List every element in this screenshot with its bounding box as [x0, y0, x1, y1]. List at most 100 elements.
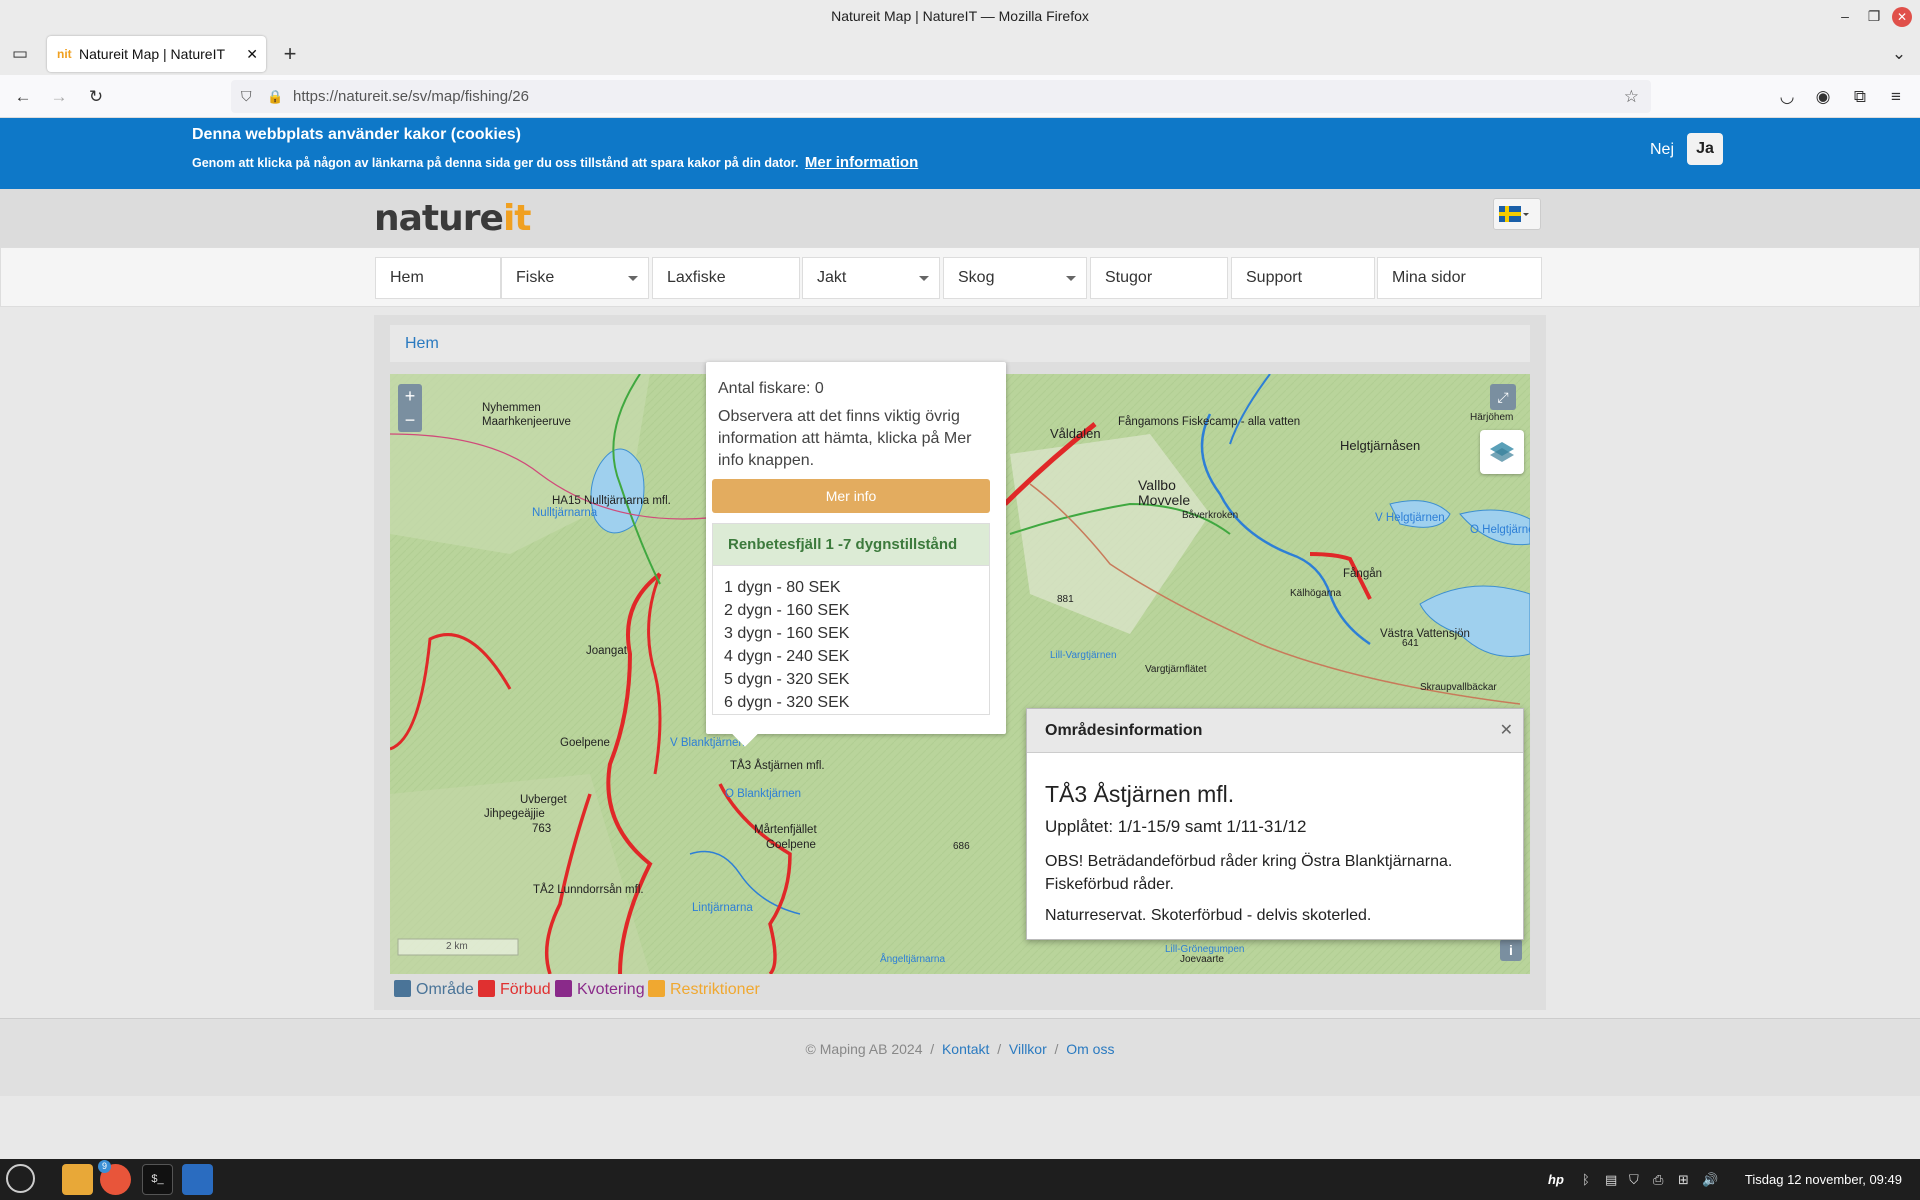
menu-label: Jakt	[817, 269, 847, 286]
new-tab-icon[interactable]: +	[275, 32, 305, 75]
files-icon[interactable]	[62, 1164, 93, 1195]
account-icon[interactable]: ◉	[1808, 75, 1838, 118]
legend-swatch	[648, 980, 665, 997]
cookie-banner: Denna webbplats använder kakor (cookies)…	[0, 118, 1920, 189]
price-row: 2 dygn - 160 SEK	[724, 602, 850, 619]
area-obs: OBS! Beträdandeförbud råder kring Östra …	[1045, 853, 1453, 893]
swedish-flag-icon	[1499, 206, 1529, 222]
legend-restriktioner[interactable]: Restriktioner	[648, 980, 760, 999]
cookie-no-button[interactable]: Nej	[1650, 141, 1674, 159]
printer-icon[interactable]: ⎙	[1653, 1159, 1663, 1200]
price-row: 3 dygn - 160 SEK	[724, 625, 850, 642]
area-info-header: Områdesinformation	[1027, 709, 1523, 753]
menu-fiske[interactable]: Fiske	[501, 257, 649, 299]
close-icon[interactable]: ✕	[1500, 709, 1513, 753]
map-label: Ångeltjärnarna	[880, 954, 946, 965]
legend-label: Område	[416, 981, 474, 998]
legend-kvotering[interactable]: Kvotering	[555, 980, 645, 999]
reload-icon[interactable]: ↻	[81, 75, 111, 118]
breadcrumb-home-link[interactable]: Hem	[405, 335, 439, 352]
pocket-icon[interactable]: ◡	[1772, 75, 1802, 118]
menu-label: Laxfiske	[667, 269, 726, 286]
legend-label: Förbud	[500, 981, 551, 998]
map-label: Vargtjärnflätet	[1145, 664, 1207, 675]
menu-icon[interactable]: ≡	[1881, 75, 1911, 118]
tab-title: Natureit Map | NatureIT	[79, 46, 226, 62]
menu-stugor[interactable]: Stugor	[1090, 257, 1228, 299]
scale-label: 2 km	[446, 941, 468, 952]
footer-link-villkor[interactable]: Villkor	[1009, 1041, 1047, 1057]
start-menu-icon[interactable]	[6, 1164, 35, 1193]
footer: © Maping AB 2024 / Kontakt / Villkor / O…	[0, 1018, 1920, 1096]
zoom-out-button[interactable]: −	[398, 408, 422, 432]
layers-icon	[1490, 442, 1514, 462]
bluetooth-icon[interactable]: ᛒ	[1582, 1159, 1590, 1200]
logo-it: it	[502, 198, 532, 239]
site-header: natureit	[0, 189, 1920, 247]
extensions-icon[interactable]: ⧉	[1845, 75, 1875, 118]
cookie-yes-button[interactable]: Ja	[1687, 133, 1723, 165]
url-bar[interactable]: ⛉ 🔒 https://natureit.se/sv/map/fishing/2…	[231, 80, 1651, 113]
map-label: Fångamons Fiskecamp - alla vatten	[1118, 416, 1301, 428]
shield-tray-icon[interactable]: ⛉	[1629, 1159, 1639, 1200]
menu-hem[interactable]: Hem	[375, 257, 501, 299]
close-tab-icon[interactable]: ✕	[246, 36, 258, 72]
map-label: Vallbo	[1138, 477, 1176, 493]
menu-laxfiske[interactable]: Laxfiske	[652, 257, 800, 299]
legend-omrade[interactable]: Område	[394, 980, 474, 999]
zoom-in-button[interactable]: +	[398, 384, 422, 408]
legend-swatch	[394, 980, 411, 997]
menu-support[interactable]: Support	[1231, 257, 1375, 299]
fullscreen-button[interactable]: ⤢	[1490, 384, 1516, 410]
back-icon[interactable]: ←	[8, 75, 38, 118]
map-label: Goelpene	[766, 839, 816, 851]
layers-button[interactable]	[1480, 430, 1524, 474]
map-label: Lintjärnarna	[692, 902, 753, 914]
screenshot-icon[interactable]	[182, 1164, 213, 1195]
natureit-logo[interactable]: natureit	[374, 198, 531, 239]
map-label: Mårtenfjället	[754, 824, 817, 836]
map-label: Joangat	[586, 645, 627, 657]
cookie-body: Genom att klicka på någon av länkarna på…	[192, 156, 799, 170]
info-button[interactable]: i	[1500, 939, 1522, 961]
more-info-button[interactable]: Mer info	[712, 479, 990, 513]
menu-skog[interactable]: Skog	[943, 257, 1087, 299]
forward-icon[interactable]: →	[44, 75, 74, 118]
volume-icon[interactable]: 🔊	[1702, 1159, 1718, 1200]
url-text: https://natureit.se/sv/map/fishing/26	[293, 88, 529, 105]
menu-label: Support	[1246, 269, 1303, 286]
price-row: 1 dygn - 80 SEK	[724, 579, 841, 596]
tab-list-icon[interactable]: ▭	[5, 32, 35, 75]
browser-tab[interactable]: nit Natureit Map | NatureIT ✕	[47, 36, 266, 72]
clipboard-icon[interactable]: ▤	[1605, 1159, 1617, 1200]
shield-icon: ⛉	[241, 88, 252, 104]
cookie-more-info-link[interactable]: Mer information	[805, 154, 918, 171]
footer-link-om-oss[interactable]: Om oss	[1066, 1041, 1114, 1057]
hp-icon[interactable]: hp	[1548, 1159, 1564, 1200]
area-info-panel: Områdesinformation ✕ TÅ3 Åstjärnen mfl. …	[1026, 708, 1524, 940]
map-label: 763	[532, 823, 552, 835]
legend-forbud[interactable]: Förbud	[478, 980, 551, 999]
footer-link-kontakt[interactable]: Kontakt	[942, 1041, 989, 1057]
menu-mina-sidor[interactable]: Mina sidor	[1377, 257, 1542, 299]
bookmark-star-icon[interactable]: ☆	[1624, 80, 1639, 113]
network-icon[interactable]: ⊞	[1678, 1159, 1689, 1200]
map-label: 881	[1057, 594, 1074, 605]
map-label: Helgtjärnåsen	[1340, 438, 1421, 453]
menu-label: Skog	[958, 269, 995, 286]
terminal-icon[interactable]: $_	[142, 1164, 173, 1195]
window-titlebar: Natureit Map | NatureIT — Mozilla Firefo…	[0, 0, 1920, 32]
map-label: Båverkroken	[1182, 510, 1239, 521]
cookie-title: Denna webbplats använder kakor (cookies)	[192, 126, 521, 143]
language-selector[interactable]	[1493, 198, 1541, 230]
breadcrumb: Hem	[390, 325, 1530, 362]
area-name: TÅ3 Åstjärnen mfl.	[1045, 781, 1235, 807]
taskbar-clock[interactable]: Tisdag 12 november, 09:49	[1745, 1159, 1902, 1200]
minimize-icon[interactable]: –	[1829, 0, 1861, 32]
close-window-button[interactable]: ✕	[1886, 0, 1918, 32]
menu-label: Stugor	[1105, 269, 1153, 286]
chevron-down-icon[interactable]: ⌄	[1884, 32, 1914, 75]
price-box: Renbetesfjäll 1 -7 dygnstillstånd 1 dygn…	[712, 523, 990, 715]
firefox-icon[interactable]: 9	[98, 1160, 131, 1195]
menu-jakt[interactable]: Jakt	[802, 257, 940, 299]
